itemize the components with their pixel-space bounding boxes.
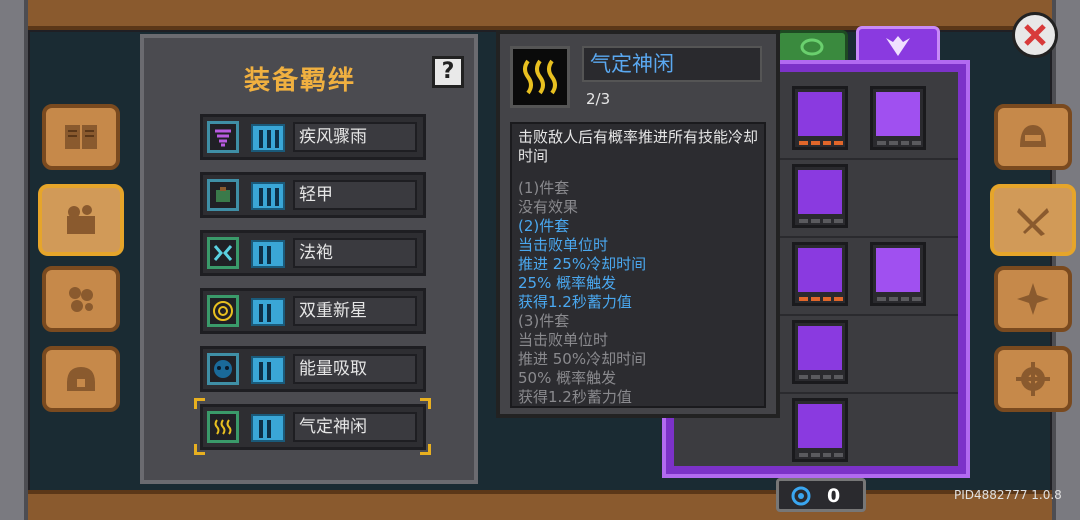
- skill-level-pips: [799, 297, 843, 301]
- set-bars-icon: [251, 298, 285, 326]
- tooltip-line: 当击败单位时: [518, 331, 609, 349]
- currency-value: 0: [827, 485, 841, 507]
- scroll-box-icon: [67, 205, 95, 234]
- tooltip-line: (1)件套: [518, 179, 570, 197]
- skill-slot-dash[interactable]: [792, 86, 848, 150]
- set-bars-icon: [251, 240, 285, 268]
- energy-drain-icon: [207, 353, 239, 385]
- help-button[interactable]: ?: [432, 56, 464, 88]
- selection-corner: [194, 398, 205, 409]
- tooltip-line: (2)件套: [518, 217, 570, 235]
- crest-icon: [886, 36, 910, 56]
- set-item-name: 双重新星: [293, 296, 417, 326]
- compass-star-icon: [1017, 283, 1049, 315]
- tooltip-body[interactable]: 击败敌人后有概率推进所有技能冷却时间 (1)件套 没有效果 (2)件套 当击败单位时推…: [510, 122, 766, 408]
- hero-helmet-icon: [1020, 125, 1046, 147]
- skill-level-pips: [877, 141, 921, 145]
- set-item-whirlwind[interactable]: 疾风骤雨: [200, 114, 426, 160]
- set-tooltip: 气定神闲 2/3 击败敌人后有概率推进所有技能冷却时间 (1)件套 没有效果 (2)…: [496, 30, 780, 418]
- frame-bottom-border: [28, 490, 1052, 520]
- gear-icon: [1016, 362, 1050, 396]
- tab-book[interactable]: [42, 104, 120, 170]
- version-label: PID4882777 1.0.8: [954, 488, 1062, 502]
- skill-slot-slash[interactable]: [792, 320, 848, 384]
- tooltip-line: 获得1.2秒蓄力值: [518, 293, 632, 311]
- set-item-light-armor[interactable]: 轻甲: [200, 172, 426, 218]
- set-item-double-nova[interactable]: 双重新星: [200, 288, 426, 334]
- tab-settings[interactable]: [994, 346, 1072, 412]
- set-item-name: 疾风骤雨: [293, 122, 417, 152]
- spiral-gem-icon: [791, 486, 811, 506]
- tooltip-set-count: 2/3: [586, 90, 611, 108]
- skill-slot-heal[interactable]: [870, 86, 926, 150]
- swirl-icon: [800, 38, 824, 56]
- set-item-robe[interactable]: 法袍: [200, 230, 426, 276]
- set-item-name: 轻甲: [293, 180, 417, 210]
- materials-icon: [69, 287, 93, 312]
- close-button[interactable]: [1012, 12, 1058, 58]
- skill-slot-cross-blades[interactable]: [792, 398, 848, 462]
- skill-slot-shield[interactable]: [870, 242, 926, 306]
- whirlwind-icon: [207, 121, 239, 153]
- set-item-name: 法袍: [293, 238, 417, 268]
- tooltip-set-name: 气定神闲: [582, 46, 762, 82]
- set-item-energy-drain[interactable]: 能量吸取: [200, 346, 426, 392]
- cross-blades-skill-icon: [798, 404, 842, 448]
- skill-level-pips: [799, 453, 843, 457]
- currency-counter: 0: [776, 478, 866, 512]
- calm-steam-icon: [207, 411, 239, 443]
- skill-slot-sword-pillar[interactable]: [792, 242, 848, 306]
- dash-skill-icon: [798, 92, 842, 136]
- selection-corner: [420, 444, 431, 455]
- crossed-swords-icon: [1017, 208, 1049, 236]
- equipment-set-panel: 装备羁绊 ? 疾风骤雨 轻甲 法袍 双重新星 能量吸取 气定神闲: [140, 34, 478, 484]
- skill-slot-daggers[interactable]: [792, 164, 848, 228]
- sword-pillar-skill-icon: [798, 248, 842, 292]
- close-icon: [1024, 24, 1046, 46]
- helmet-icon: [67, 367, 95, 391]
- skill-level-pips: [799, 219, 843, 223]
- panel-title: 装备羁绊: [244, 66, 357, 96]
- tooltip-line: 50% 概率触发: [518, 369, 617, 387]
- set-item-calm-steam[interactable]: 气定神闲: [200, 404, 426, 450]
- shield-up-icon: [876, 248, 920, 292]
- tooltip-line: 没有效果: [518, 198, 579, 216]
- calm-steam-icon: [510, 46, 570, 108]
- tooltip-line: 推进 25%冷却时间: [518, 255, 647, 273]
- tooltip-lines: (1)件套 没有效果 (2)件套 当击败单位时 推进 25%冷却时间 25% 概率触发 获得…: [518, 179, 758, 406]
- tab-helmet[interactable]: [42, 346, 120, 412]
- tooltip-description: 击败敌人后有概率推进所有技能冷却时间: [518, 128, 759, 165]
- tooltip-line: (3)件套: [518, 312, 570, 330]
- tab-talent[interactable]: [994, 266, 1072, 332]
- tooltip-line: 推进 50%冷却时间: [518, 350, 647, 368]
- tooltip-line: 25% 概率触发: [518, 274, 617, 292]
- set-bars-icon: [251, 356, 285, 384]
- frame-left-border: [0, 0, 28, 520]
- skill-level-pips: [877, 297, 921, 301]
- tooltip-line: 获得1.2秒蓄力值: [518, 388, 632, 406]
- set-bars-icon: [251, 124, 285, 152]
- slash-skill-icon: [798, 326, 842, 370]
- daggers-skill-icon: [798, 170, 842, 214]
- book-icon: [65, 125, 97, 149]
- set-bars-icon: [251, 182, 285, 210]
- frame-right-border: [1052, 0, 1080, 520]
- tab-equipment-set[interactable]: [38, 184, 124, 256]
- light-armor-icon: [207, 179, 239, 211]
- tab-green-category[interactable]: [776, 30, 848, 64]
- tab-materials[interactable]: [42, 266, 120, 332]
- set-item-name: 能量吸取: [293, 354, 417, 384]
- selection-corner: [420, 398, 431, 409]
- selection-corner: [194, 444, 205, 455]
- robe-icon: [207, 237, 239, 269]
- set-item-name: 气定神闲: [293, 412, 417, 442]
- set-bars-icon: [251, 414, 285, 442]
- skill-level-pips: [799, 375, 843, 379]
- skill-level-pips: [799, 141, 843, 145]
- tab-skills[interactable]: [990, 184, 1076, 256]
- double-nova-icon: [207, 295, 239, 327]
- heal-cross-icon: [876, 92, 920, 136]
- tooltip-line: 当击败单位时: [518, 236, 609, 254]
- tab-hero[interactable]: [994, 104, 1072, 170]
